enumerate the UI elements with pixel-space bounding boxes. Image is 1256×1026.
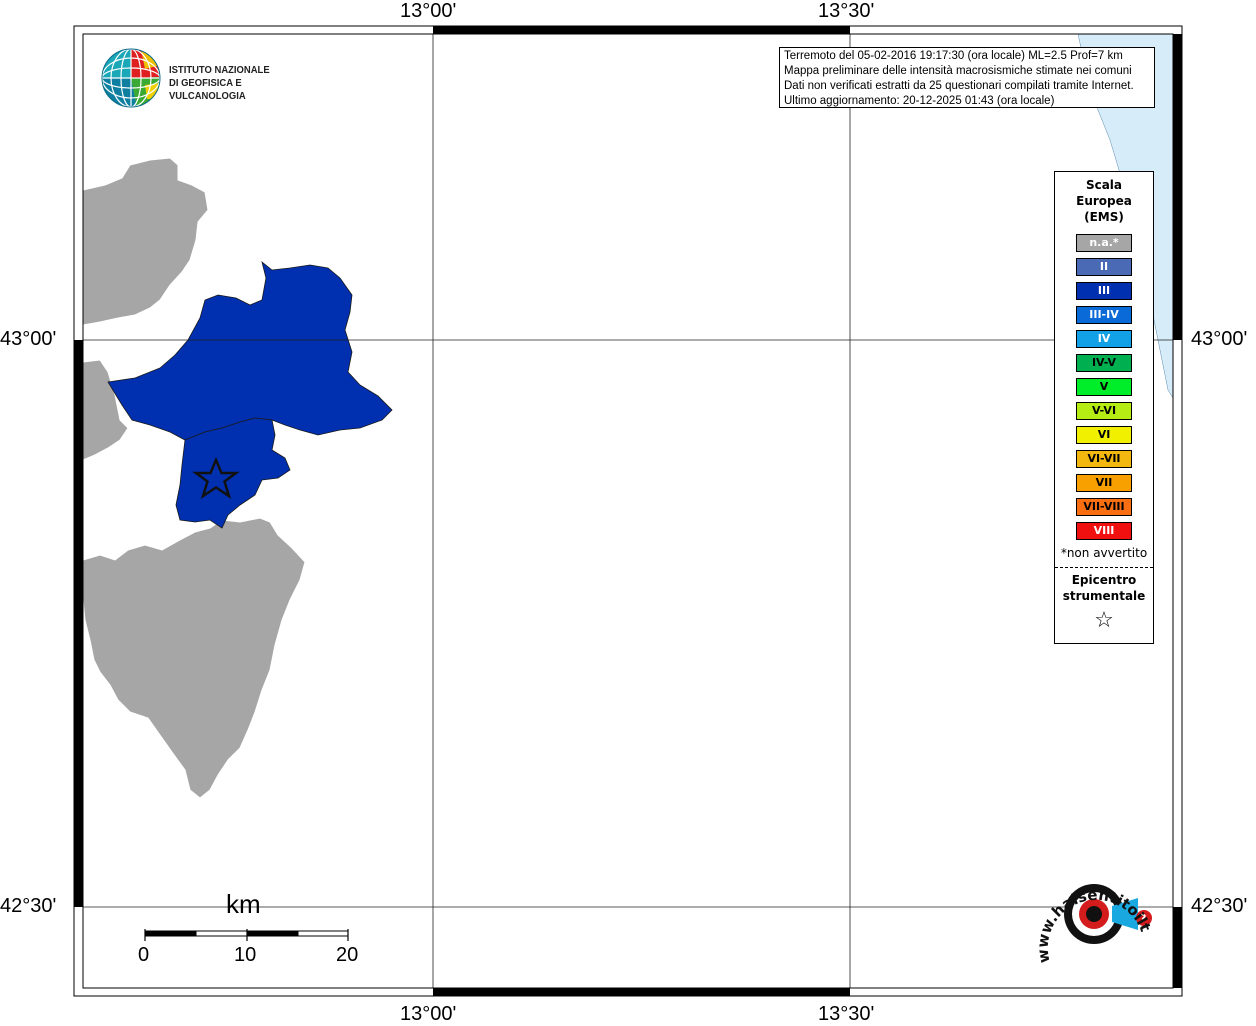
legend-item-iii-iv: III-IV	[1076, 306, 1132, 324]
intensity-legend: Scala Europea (EMS) n.a.* II III III-IV IV IV…	[1054, 171, 1154, 644]
legend-item-v-vi: V-VI	[1076, 402, 1132, 420]
lon-label-bottom: 13°30'	[818, 1003, 875, 1025]
scale-tick-label: 0	[138, 944, 150, 966]
event-info-line: Dati non verificati estratti da 25 quest…	[784, 80, 1134, 92]
ingv-name-line: ISTITUTO NAZIONALE	[169, 64, 270, 76]
frame-segment	[1173, 34, 1182, 340]
legend-item-iv-v: IV-V	[1076, 354, 1132, 372]
legend-item-vii-viii: VII-VIII	[1076, 498, 1132, 516]
legend-title-line: (EMS)	[1084, 210, 1124, 224]
legend-item-n-a: n.a.*	[1076, 234, 1132, 252]
legend-item-viii: VIII	[1076, 522, 1132, 540]
hst-logo: ? www.haisentitoilterremoto.it	[1030, 862, 1155, 964]
lon-label-top: 13°00'	[400, 0, 457, 22]
legend-epicentre-line: Epicentro	[1071, 573, 1137, 587]
frame-segment	[1173, 907, 1182, 988]
ingv-name: ISTITUTO NAZIONALE DI GEOFISICA E VULCAN…	[169, 64, 306, 103]
legend-title: Scala Europea (EMS)	[1055, 177, 1153, 225]
lat-label-left: 42°30'	[0, 895, 57, 917]
legend-separator	[1055, 567, 1153, 568]
scale-unit: km	[226, 889, 261, 919]
lon-label-top: 13°30'	[818, 0, 875, 22]
legend-item-vi-vii: VI-VII	[1076, 450, 1132, 468]
legend-epicentre-label: Epicentro strumentale	[1055, 572, 1153, 604]
lat-label-right: 42°30'	[1191, 895, 1248, 917]
scale-tick-label: 20	[336, 944, 359, 966]
ingv-globe-icon	[101, 48, 161, 108]
event-info-line: Mappa preliminare delle intensità macros…	[784, 65, 1132, 77]
scale-tick-label: 10	[234, 944, 257, 966]
lon-label-bottom: 13°00'	[400, 1003, 457, 1025]
legend-star-icon: ☆	[1094, 608, 1114, 633]
lat-label-left: 43°00'	[0, 328, 57, 350]
legend-title-line: Europea	[1076, 194, 1132, 208]
legend-item-iv: IV	[1076, 330, 1132, 348]
frame-segment	[433, 988, 850, 996]
frame-segment	[433, 26, 850, 34]
event-info-line: Terremoto del 05-02-2016 19:17:30 (ora l…	[784, 50, 1123, 62]
legend-item-vii: VII	[1076, 474, 1132, 492]
legend-note: *non avvertito	[1060, 546, 1148, 560]
legend-title-line: Scala	[1085, 178, 1123, 192]
frame-segment	[74, 340, 83, 907]
event-info-box: Terremoto del 05-02-2016 19:17:30 (ora l…	[779, 47, 1155, 108]
legend-item-vi: VI	[1076, 426, 1132, 444]
ingv-logo: ISTITUTO NAZIONALE DI GEOFISICA E VULCAN…	[101, 47, 321, 109]
legend-item-iii: III	[1076, 282, 1132, 300]
event-info-line: Ultimo aggiornamento: 20-12-2025 01:43 (…	[784, 95, 1055, 107]
legend-item-ii: II	[1076, 258, 1132, 276]
legend-items: n.a.* II III III-IV IV IV-V V V-VI VI VI-VII VII VI…	[1055, 234, 1153, 540]
lat-label-right: 43°00'	[1191, 328, 1248, 350]
map-background	[83, 34, 1173, 988]
legend-epicentre-line: strumentale	[1062, 589, 1146, 603]
legend-item-v: V	[1076, 378, 1132, 396]
ingv-name-line: DI GEOFISICA E VULCANOLOGIA	[169, 77, 246, 102]
